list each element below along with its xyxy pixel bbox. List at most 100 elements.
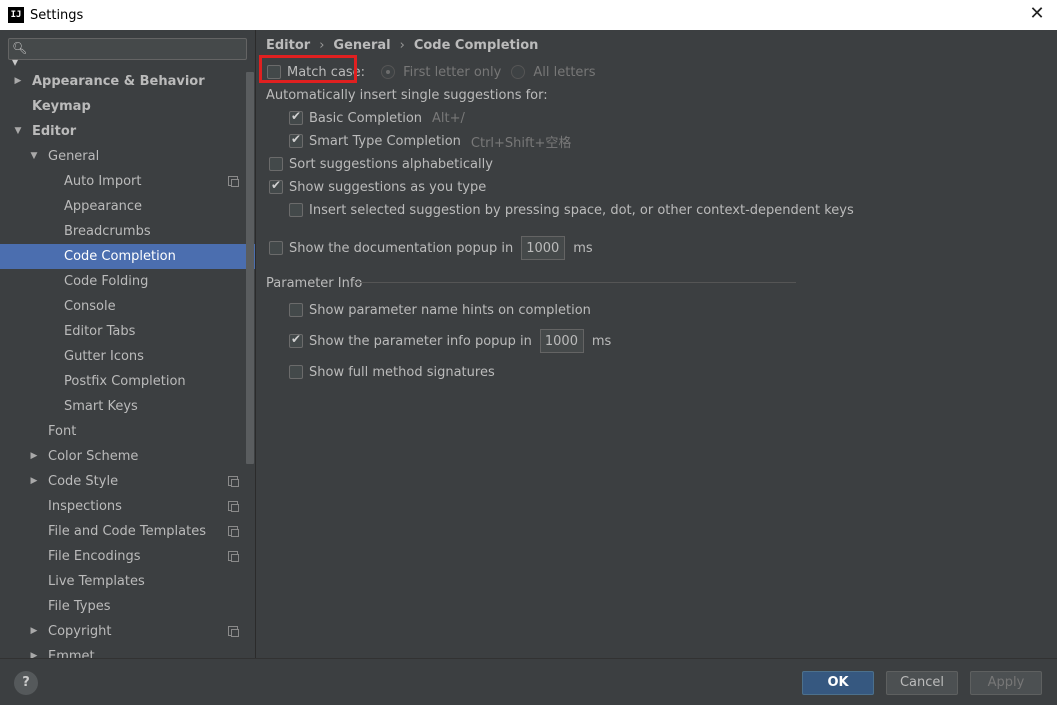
doc-popup-delay-input[interactable]: [521, 236, 566, 260]
close-icon[interactable]: ✕: [1027, 4, 1047, 24]
project-scope-copy-icon: [228, 476, 239, 487]
sidebar-item-label: Auto Import: [64, 174, 142, 189]
all-letters-label: All letters: [533, 64, 596, 80]
sidebar-item-label: Inspections: [48, 499, 122, 514]
sidebar-item-label: File Types: [48, 599, 111, 614]
doc-popup-label: Show the documentation popup in: [289, 240, 514, 256]
first-letter-only-label: First letter only: [403, 64, 502, 80]
sidebar-item-editor-tabs[interactable]: Editor Tabs: [0, 319, 255, 344]
sidebar-item-postfix-completion[interactable]: Postfix Completion: [0, 369, 255, 394]
show-as-you-type-row: Show suggestions as you type: [269, 177, 486, 197]
breadcrumb-separator: ›: [319, 38, 325, 53]
sidebar-item-code-style[interactable]: ▶ Code Style: [0, 469, 255, 494]
smart-type-completion-label: Smart Type Completion: [309, 133, 461, 149]
sidebar-item-font[interactable]: Font: [0, 419, 255, 444]
collapsed-arrow-icon[interactable]: ▶: [12, 69, 24, 94]
sidebar-scrollbar[interactable]: [246, 72, 254, 464]
collapsed-arrow-icon[interactable]: ▶: [28, 619, 40, 644]
sidebar-item-appearance-behavior[interactable]: ▶ Appearance & Behavior: [0, 69, 255, 94]
expanded-arrow-icon[interactable]: ▼: [28, 144, 40, 169]
param-info-popup-label: Show the parameter info popup in: [309, 333, 532, 349]
insert-selected-checkbox[interactable]: [289, 203, 303, 217]
insert-selected-row: Insert selected suggestion by pressing s…: [289, 200, 854, 220]
sidebar-item-file-and-code-templates[interactable]: File and Code Templates: [0, 519, 255, 544]
sidebar-item-color-scheme[interactable]: ▶ Color Scheme: [0, 444, 255, 469]
breadcrumb-item-code-completion: Code Completion: [413, 38, 539, 53]
apply-button[interactable]: Apply: [970, 671, 1042, 695]
show-as-you-type-checkbox[interactable]: [269, 178, 283, 194]
sidebar-item-editor[interactable]: ▼ Editor: [0, 119, 255, 144]
sort-alpha-checkbox[interactable]: [269, 157, 283, 171]
full-signatures-checkbox[interactable]: [289, 365, 303, 379]
doc-popup-unit: ms: [573, 240, 593, 256]
breadcrumb-item-general: General: [333, 38, 391, 53]
sidebar-item-label: Smart Keys: [64, 399, 138, 414]
sidebar-item-label: Editor Tabs: [64, 324, 136, 339]
project-scope-copy-icon: [228, 501, 239, 512]
smart-type-completion-shortcut: Ctrl+Shift+空格: [470, 135, 572, 151]
basic-completion-row: Basic Completion Alt+/: [289, 108, 465, 128]
show-as-you-type-label: Show suggestions as you type: [289, 179, 487, 195]
help-button[interactable]: ?: [14, 671, 38, 695]
sidebar-item-label: File Encodings: [48, 549, 141, 564]
sidebar-item-code-folding[interactable]: Code Folding: [0, 269, 255, 294]
collapsed-arrow-icon[interactable]: ▶: [28, 444, 40, 469]
sidebar-item-keymap[interactable]: Keymap: [0, 94, 255, 119]
match-case-checkbox[interactable]: [267, 65, 281, 79]
auto-insert-title: Automatically insert single suggestions …: [266, 87, 548, 103]
param-info-popup-checkbox[interactable]: [289, 332, 303, 348]
param-info-popup-delay-input[interactable]: [539, 329, 584, 353]
collapsed-arrow-icon[interactable]: ▶: [28, 469, 40, 494]
sidebar-item-file-encodings[interactable]: File Encodings: [0, 544, 255, 569]
collapsed-arrow-icon[interactable]: ▶: [28, 644, 40, 658]
sidebar-item-label: Live Templates: [48, 574, 145, 589]
sidebar-item-label: Gutter Icons: [64, 349, 144, 364]
basic-completion-label: Basic Completion: [309, 110, 423, 126]
sidebar-item-emmet[interactable]: ▶ Emmet: [0, 644, 255, 658]
sidebar-item-inspections[interactable]: Inspections: [0, 494, 255, 519]
project-scope-copy-icon: [228, 176, 239, 187]
expanded-arrow-icon[interactable]: ▼: [12, 119, 24, 144]
sidebar-item-file-types[interactable]: File Types: [0, 594, 255, 619]
search-input[interactable]: [31, 40, 241, 58]
sidebar-item-label: Appearance & Behavior: [32, 74, 205, 89]
sidebar-item-code-completion[interactable]: Code Completion: [0, 244, 255, 269]
all-letters-radio[interactable]: [511, 65, 526, 79]
sidebar-item-general[interactable]: ▼ General: [0, 144, 255, 169]
smart-type-completion-row: Smart Type Completion Ctrl+Shift+空格: [289, 131, 571, 151]
sidebar-item-label: Color Scheme: [48, 449, 139, 464]
basic-completion-checkbox[interactable]: [289, 109, 303, 125]
sidebar-item-label: Console: [64, 299, 116, 314]
sidebar-item-breadcrumbs[interactable]: Breadcrumbs: [0, 219, 255, 244]
sidebar-item-label: Code Completion: [64, 249, 176, 264]
sidebar-item-console[interactable]: Console: [0, 294, 255, 319]
sort-alpha-label: Sort suggestions alphabetically: [289, 156, 493, 172]
dialog-button-bar: ? OK Cancel Apply: [0, 658, 1057, 705]
sidebar-item-appearance[interactable]: Appearance: [0, 194, 255, 219]
cancel-button[interactable]: Cancel: [886, 671, 958, 695]
project-scope-copy-icon: [228, 551, 239, 562]
sidebar-item-label: Keymap: [32, 99, 91, 114]
param-name-hints-row: Show parameter name hints on completion: [289, 300, 591, 320]
param-name-hints-checkbox[interactable]: [289, 303, 303, 317]
search-box[interactable]: 🔍︎▾: [8, 38, 247, 69]
breadcrumb-separator: ›: [399, 38, 405, 53]
sidebar-item-label: Editor: [32, 124, 77, 139]
smart-type-completion-checkbox[interactable]: [289, 132, 303, 148]
sidebar-item-label: General: [48, 149, 100, 164]
ok-button[interactable]: OK: [802, 671, 874, 695]
sidebar-item-auto-import[interactable]: Auto Import: [0, 169, 255, 194]
sidebar-item-label: Copyright: [48, 624, 112, 639]
search-icon[interactable]: 🔍︎▾: [12, 41, 32, 69]
sidebar-item-live-templates[interactable]: Live Templates: [0, 569, 255, 594]
project-scope-copy-icon: [228, 526, 239, 537]
parameter-info-title: Parameter Info: [266, 276, 363, 291]
first-letter-only-radio[interactable]: [381, 65, 396, 79]
sidebar-item-smart-keys[interactable]: Smart Keys: [0, 394, 255, 419]
sidebar-item-label: Code Style: [48, 474, 119, 489]
doc-popup-checkbox[interactable]: [269, 241, 283, 255]
sidebar-item-gutter-icons[interactable]: Gutter Icons: [0, 344, 255, 369]
breadcrumb-item-editor: Editor: [266, 38, 311, 53]
basic-completion-shortcut: Alt+/: [432, 110, 465, 126]
sidebar-item-copyright[interactable]: ▶ Copyright: [0, 619, 255, 644]
